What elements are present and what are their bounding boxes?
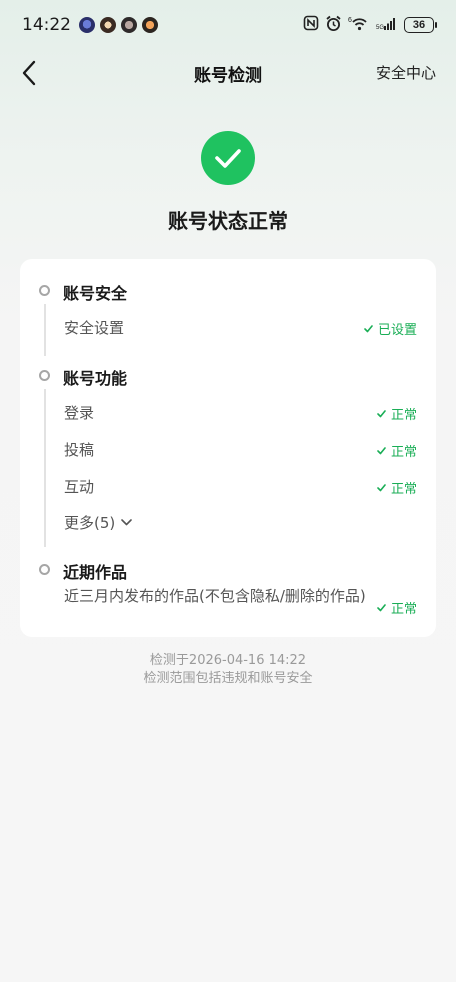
checked-at-text: 检测于2026-04-16 14:22 [149,653,307,668]
recent-works-description: 近三月内发布的作品(不包含隐私/删除的作品) [64,587,366,605]
app-notification-icon [142,17,158,33]
section-title-account-security: 账号安全 [63,284,128,303]
section-title-recent-works: 近期作品 [63,563,128,582]
row-status-login: 正常 [377,404,417,423]
timeline-dot [39,285,50,296]
wifi-icon: 6 [348,15,370,35]
show-more-label: 更多(5) [64,514,116,532]
status-text: 正常 [390,482,417,497]
timeline-dot [39,370,50,381]
check-icon [377,483,386,491]
svg-text:6: 6 [348,17,352,24]
row-status-security-settings: 已设置 [364,319,417,338]
status-text: 已设置 [377,323,417,338]
status-time: 14:22 [22,15,71,35]
chevron-down-icon [121,519,133,526]
status-bar: 14:22 6 5G 36 [0,0,456,50]
check-icon [364,324,373,332]
timeline-line [44,304,46,356]
svg-text:5G: 5G [376,25,384,31]
row-label-login: 登录 [64,404,95,422]
show-more-button[interactable]: 更多(5) [64,512,133,533]
section-title-account-function: 账号功能 [63,369,128,388]
status-text: 正常 [390,602,417,617]
security-center-link[interactable]: 安全中心 [376,62,436,83]
alarm-icon [325,15,342,36]
nfc-icon [303,15,319,35]
check-results-card: 账号安全 安全设置 已设置 账号功能 登录 正常 投稿 正常 互动 正常 更多(… [20,259,436,637]
app-notification-icon [100,17,116,33]
battery-icon: 36 [404,17,437,33]
row-status-recent-works: 正常 [377,598,417,617]
signal-icon: 5G [376,15,398,35]
page-title: 账号检测 [194,65,262,86]
row-status-interaction: 正常 [377,478,417,497]
status-text: 正常 [390,445,417,460]
status-text: 正常 [390,408,417,423]
app-notification-icon [121,17,137,33]
timeline-line [44,389,46,547]
check-icon [377,603,386,611]
back-button[interactable] [14,58,44,88]
check-icon [377,409,386,417]
status-ok-icon [201,131,255,185]
row-status-submit: 正常 [377,441,417,460]
check-scope-text: 检测范围包括违规和账号安全 [143,671,313,686]
account-status-text: 账号状态正常 [168,209,288,233]
row-label-interaction: 互动 [64,478,95,496]
timeline-dot [39,564,50,575]
check-icon [377,446,386,454]
row-label-security-settings: 安全设置 [64,319,125,337]
chevron-left-icon [22,60,36,86]
system-icons: 6 5G 36 [303,15,437,36]
notification-icons [79,17,158,33]
check-footer: 检测于2026-04-16 14:22 检测范围包括违规和账号安全 [0,652,456,688]
row-label-submit: 投稿 [64,441,95,459]
nav-bar: 账号检测 安全中心 [0,50,456,96]
app-notification-icon [79,17,95,33]
